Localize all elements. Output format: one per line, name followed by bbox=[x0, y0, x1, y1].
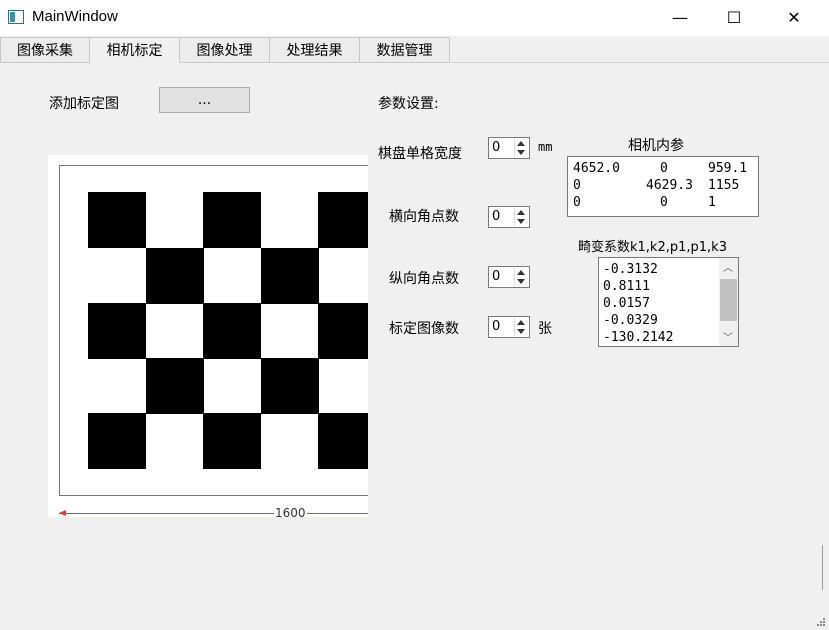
spin-up-icon[interactable] bbox=[517, 270, 525, 275]
h-corners-spinbox[interactable]: 0 bbox=[488, 206, 530, 228]
v-corners-spinbox[interactable]: 0 bbox=[488, 266, 530, 288]
scroll-down-icon[interactable]: ﹀ bbox=[723, 331, 733, 344]
image-count-spinbox[interactable]: 0 bbox=[488, 316, 530, 338]
browse-button[interactable]: ... bbox=[159, 87, 250, 113]
list-item: 0.0157 bbox=[603, 296, 650, 311]
image-count-label: 标定图像数 bbox=[389, 321, 459, 337]
tab-processing-results[interactable]: 处理结果 bbox=[270, 37, 360, 63]
checker-square bbox=[146, 358, 204, 414]
spin-down-icon[interactable] bbox=[517, 279, 525, 284]
spinbox-value: 0 bbox=[492, 319, 501, 334]
params-title: 参数设置: bbox=[378, 96, 439, 112]
list-item: -130.2142 bbox=[603, 330, 674, 345]
spin-up-icon[interactable] bbox=[517, 141, 525, 146]
tab-camera-calibration[interactable]: 相机标定 bbox=[90, 37, 180, 63]
matrix-cell: 4652.0 bbox=[573, 161, 620, 176]
checker-square bbox=[146, 248, 204, 304]
matrix-cell: 959.1 bbox=[708, 161, 748, 176]
spin-arrows[interactable] bbox=[514, 318, 528, 336]
checker-square bbox=[203, 413, 261, 469]
tab-image-processing[interactable]: 图像处理 bbox=[180, 37, 270, 63]
spinbox-value: 0 bbox=[492, 209, 501, 224]
matrix-cell: 0 bbox=[573, 195, 581, 210]
spin-arrows[interactable] bbox=[514, 139, 528, 157]
matrix-cell: 1 bbox=[708, 195, 716, 210]
v-corners-label: 纵向角点数 bbox=[389, 271, 459, 287]
checker-square bbox=[318, 192, 368, 248]
square-width-label: 棋盘单格宽度 bbox=[378, 146, 462, 162]
scrollbar-thumb[interactable] bbox=[720, 279, 737, 321]
checker-square bbox=[203, 303, 261, 359]
spin-down-icon[interactable] bbox=[517, 329, 525, 334]
add-calibration-image-label: 添加标定图 bbox=[49, 96, 119, 112]
checker-square bbox=[318, 413, 368, 469]
checker-square bbox=[261, 248, 319, 304]
distortion-list[interactable]: -0.3132 0.8111 0.0157 -0.0329 -130.2142 … bbox=[598, 257, 739, 347]
distortion-scrollbar[interactable]: ︿ ﹀ bbox=[719, 258, 738, 346]
checker-square bbox=[318, 303, 368, 359]
h-corners-label: 横向角点数 bbox=[389, 209, 459, 225]
tab-bar: 图像采集 相机标定 图像处理 处理结果 数据管理 bbox=[0, 37, 450, 63]
distortion-title: 畸变系数k1,k2,p1,p1,k3 bbox=[578, 240, 727, 255]
checker-square bbox=[88, 303, 146, 359]
intrinsics-title: 相机内参 bbox=[628, 138, 684, 154]
checker-square bbox=[88, 192, 146, 248]
spin-arrows[interactable] bbox=[514, 268, 528, 286]
calibration-image-preview: 1600 bbox=[48, 155, 368, 517]
tab-image-capture[interactable]: 图像采集 bbox=[0, 37, 90, 63]
window-title: MainWindow bbox=[32, 8, 118, 25]
window-edge bbox=[822, 545, 823, 590]
dimension-label: 1600 bbox=[274, 506, 307, 517]
resize-grip-icon[interactable] bbox=[816, 617, 826, 627]
minimize-button[interactable]: — bbox=[657, 0, 703, 34]
square-width-spinbox[interactable]: 0 bbox=[488, 137, 530, 159]
spin-up-icon[interactable] bbox=[517, 210, 525, 215]
checker-square bbox=[88, 413, 146, 469]
checker-square bbox=[203, 192, 261, 248]
spin-up-icon[interactable] bbox=[517, 320, 525, 325]
maximize-button[interactable]: ☐ bbox=[711, 0, 757, 34]
tab-pane-border bbox=[449, 62, 829, 63]
tab-data-management[interactable]: 数据管理 bbox=[360, 37, 450, 63]
spinbox-value: 0 bbox=[492, 269, 501, 284]
dimension-arrow-icon bbox=[59, 510, 66, 516]
matrix-cell: 1155 bbox=[708, 178, 740, 193]
matrix-cell: 0 bbox=[573, 178, 581, 193]
title-bar: MainWindow — ☐ ✕ bbox=[0, 0, 829, 36]
scroll-up-icon[interactable]: ︿ bbox=[723, 261, 733, 274]
intrinsics-matrix: 4652.0 0 959.1 0 4629.3 1155 0 0 1 bbox=[567, 156, 759, 217]
list-item: 0.8111 bbox=[603, 279, 650, 294]
list-item: -0.0329 bbox=[603, 313, 658, 328]
dimension-line bbox=[59, 513, 368, 514]
matrix-cell: 0 bbox=[660, 161, 668, 176]
spinbox-value: 0 bbox=[492, 140, 501, 155]
checker-square bbox=[261, 358, 319, 414]
matrix-cell: 0 bbox=[660, 195, 668, 210]
spin-arrows[interactable] bbox=[514, 208, 528, 226]
square-width-unit: mm bbox=[538, 140, 553, 154]
list-item: -0.3132 bbox=[603, 262, 658, 277]
app-window-icon bbox=[8, 10, 24, 24]
close-button[interactable]: ✕ bbox=[771, 0, 817, 34]
spin-down-icon[interactable] bbox=[517, 219, 525, 224]
image-count-unit: 张 bbox=[538, 321, 552, 337]
spin-down-icon[interactable] bbox=[517, 150, 525, 155]
matrix-cell: 4629.3 bbox=[646, 178, 693, 193]
